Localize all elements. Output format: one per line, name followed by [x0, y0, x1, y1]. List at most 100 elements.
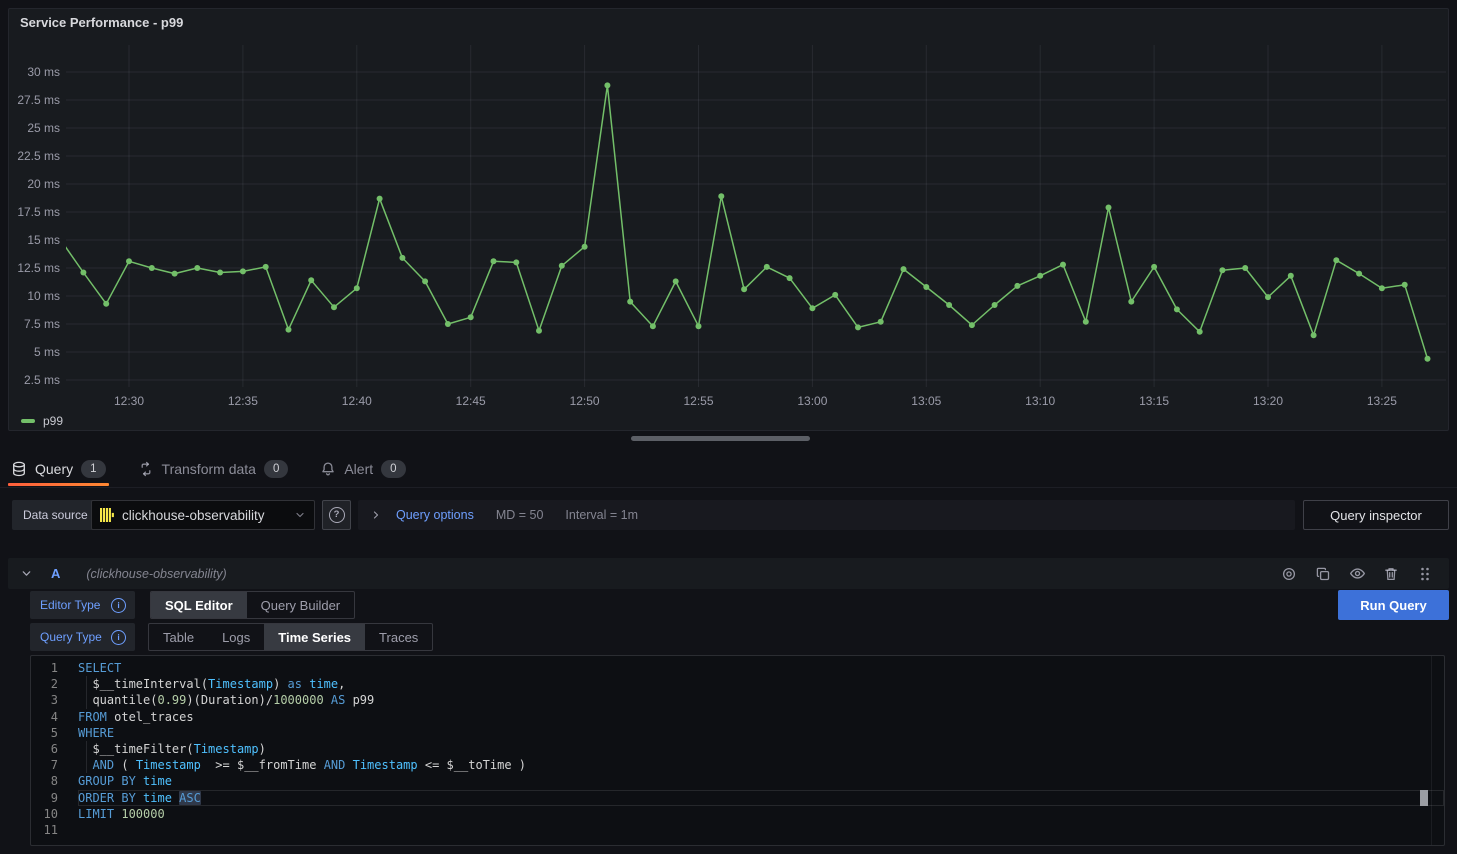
code-token: FROM	[78, 710, 107, 724]
code-token: time	[309, 677, 338, 691]
editor-type-switch: SQL EditorQuery Builder	[150, 591, 355, 619]
query-options-toggle[interactable]: Query options	[396, 508, 474, 522]
data-point	[1151, 264, 1157, 270]
hide-query-button[interactable]	[1345, 562, 1369, 586]
code-token: 100000	[121, 807, 164, 821]
code-token: )(Duration)/	[186, 693, 273, 707]
data-point	[764, 264, 770, 270]
collapse-chevron-down-icon[interactable]	[20, 567, 33, 580]
sql-code-editor[interactable]: 1234567891011 SELECT $__timeInterval(Tim…	[30, 655, 1445, 846]
y-axis-tick-label: 30 ms	[27, 65, 60, 79]
y-axis-tick-label: 25 ms	[27, 121, 60, 135]
datasource-label: Data source	[12, 500, 99, 530]
query-type-option-traces[interactable]: Traces	[365, 624, 432, 650]
timeseries-panel: Service Performance - p99 30 ms27.5 ms25…	[8, 8, 1449, 431]
data-point	[1174, 306, 1180, 312]
question-circle-icon: ?	[329, 507, 345, 523]
chevron-right-icon[interactable]	[370, 509, 382, 521]
panel-editor-tabs: Query 1 Transform data 0 Alert 0	[8, 452, 409, 486]
y-axis-tick-label: 5 ms	[34, 345, 60, 359]
data-point	[1106, 205, 1112, 211]
data-point	[422, 278, 428, 284]
duplicate-query-button[interactable]	[1311, 562, 1335, 586]
tab-count-badge: 1	[81, 460, 105, 478]
data-point	[718, 193, 724, 199]
line-number: 3	[31, 692, 71, 708]
legend-item-p99[interactable]: p99	[21, 414, 63, 428]
data-point	[650, 323, 656, 329]
drag-handle[interactable]	[1413, 562, 1437, 586]
data-point	[1037, 273, 1043, 279]
indent-guide	[86, 741, 87, 773]
data-point	[832, 292, 838, 298]
query-type-option-time-series[interactable]: Time Series	[264, 624, 365, 650]
code-token: Timestamp	[194, 742, 259, 756]
editor-type-label: Editor Type	[40, 598, 100, 612]
editor-scrollbar-track[interactable]	[1431, 656, 1432, 845]
code-token	[345, 758, 352, 772]
legend-series-swatch	[21, 419, 35, 423]
database-icon	[11, 461, 27, 477]
datasource-picker[interactable]: clickhouse-observability	[91, 500, 315, 530]
tab-transform-data[interactable]: Transform data 0	[135, 452, 292, 486]
query-history-button[interactable]	[1277, 562, 1301, 586]
tab-alert[interactable]: Alert 0	[317, 452, 408, 486]
query-type-option-table[interactable]: Table	[149, 624, 208, 650]
data-point	[331, 304, 337, 310]
x-axis-tick-label: 13:20	[1253, 394, 1283, 408]
query-row-actions	[1277, 562, 1437, 586]
horizontal-scrollbar-thumb[interactable]	[631, 436, 810, 441]
code-line: WHERE	[78, 725, 1444, 741]
legend-series-label: p99	[43, 414, 63, 428]
data-point	[513, 259, 519, 265]
code-token: $__timeInterval(	[78, 677, 208, 691]
data-point	[80, 270, 86, 276]
code-line: $__timeFilter(Timestamp)	[78, 741, 1444, 757]
delete-query-button[interactable]	[1379, 562, 1403, 586]
data-point	[627, 299, 633, 305]
y-axis-tick-label: 27.5 ms	[17, 93, 60, 107]
editor-type-option-query-builder[interactable]: Query Builder	[247, 592, 354, 618]
line-number: 7	[31, 757, 71, 773]
query-datasource-hint: (clickhouse-observability)	[86, 567, 226, 581]
data-point	[217, 270, 223, 276]
tab-query[interactable]: Query 1	[8, 452, 109, 486]
data-point	[604, 82, 610, 88]
code-line: LIMIT 100000	[78, 806, 1444, 822]
run-query-button[interactable]: Run Query	[1338, 590, 1449, 620]
data-point	[1242, 265, 1248, 271]
overview-ruler-cursor-marker	[1420, 790, 1428, 806]
data-point	[1219, 267, 1225, 273]
y-axis-tick-label: 2.5 ms	[24, 373, 60, 387]
info-circle-icon[interactable]: i	[111, 598, 126, 613]
tab-label: Query	[35, 461, 73, 477]
data-point	[354, 285, 360, 291]
data-point	[103, 301, 109, 307]
y-axis-tick-label: 15 ms	[27, 233, 60, 247]
query-inspector-button[interactable]: Query inspector	[1303, 500, 1449, 530]
data-point	[286, 327, 292, 333]
editor-type-option-sql-editor[interactable]: SQL Editor	[151, 592, 247, 618]
concentric-circles-icon	[1281, 566, 1297, 582]
x-axis-tick-label: 12:40	[342, 394, 372, 408]
data-point	[992, 302, 998, 308]
code-token: <= $__toTime )	[418, 758, 526, 772]
tab-label: Transform data	[162, 461, 256, 477]
data-point	[491, 258, 497, 264]
code-token	[324, 693, 331, 707]
indent-guide	[86, 676, 87, 708]
datasource-help-button[interactable]: ?	[322, 500, 351, 530]
code-line: quantile(0.99)(Duration)/1000000 AS p99	[78, 692, 1444, 708]
data-point	[855, 324, 861, 330]
y-axis-tick-label: 7.5 ms	[24, 317, 60, 331]
line-number: 6	[31, 741, 71, 757]
data-point	[308, 277, 314, 283]
query-type-label: Query Type	[40, 630, 102, 644]
data-point	[399, 255, 405, 261]
query-type-option-logs[interactable]: Logs	[208, 624, 264, 650]
code-token: >= $__fromTime	[201, 758, 324, 772]
data-point	[377, 196, 383, 202]
code-token: )	[273, 677, 287, 691]
data-point	[149, 265, 155, 271]
info-circle-icon[interactable]: i	[111, 630, 126, 645]
